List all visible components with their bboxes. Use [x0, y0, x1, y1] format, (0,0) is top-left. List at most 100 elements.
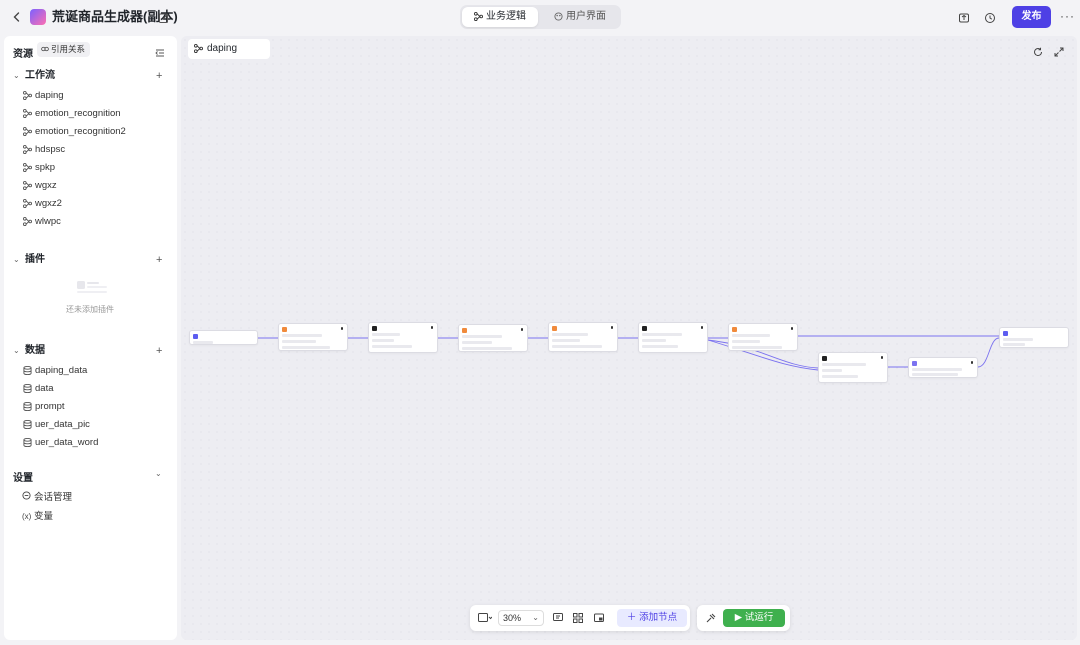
node-header [193, 334, 200, 340]
add-plugin-icon[interactable]: + [156, 254, 162, 266]
workflow-item[interactable]: wgxz [23, 178, 57, 194]
workflow-node-5[interactable] [638, 322, 708, 353]
data-section-title[interactable]: ⌄ 数据 [13, 345, 45, 357]
workflow-node-8[interactable] [908, 357, 978, 378]
chevron-down-icon: ⌄ [13, 255, 20, 264]
workflow-icon [23, 145, 32, 154]
data-item[interactable]: data [23, 381, 54, 397]
app-logo [30, 9, 46, 25]
workflow-item[interactable]: emotion_recognition2 [23, 124, 126, 140]
workflow-node-7[interactable] [818, 352, 888, 383]
minimap-icon[interactable] [474, 605, 496, 631]
reference-label: 引用关系 [51, 44, 86, 54]
node-icon [642, 326, 647, 331]
workflow-item[interactable]: spkp [23, 160, 55, 176]
palette-icon [554, 12, 563, 21]
variables-item[interactable]: (x) 变量 [22, 510, 53, 524]
resource-sidebar: 资源 引用关系 ⌄ 工作流 + daping emotion_recognition… [4, 36, 177, 640]
reference-button[interactable]: 引用关系 [37, 42, 91, 57]
workflow-item-label: spkp [35, 162, 56, 173]
variable-icon: (x) [22, 512, 32, 521]
data-item[interactable]: uer_data_pic [23, 417, 90, 433]
data-item-label: data [35, 383, 54, 394]
node-icon [462, 328, 467, 333]
workflow-node-1[interactable] [278, 323, 348, 351]
node-icon [282, 327, 287, 332]
comment-icon[interactable] [549, 605, 567, 631]
add-workflow-icon[interactable]: + [156, 70, 162, 82]
more-icon[interactable]: ··· [1060, 9, 1075, 23]
save-icon[interactable] [958, 11, 970, 23]
workflow-item-label: wlwpc [35, 216, 61, 227]
data-item-label: uer_data_word [35, 437, 99, 448]
end-node-icon [1003, 331, 1008, 336]
chevron-down-icon: ⌄ [13, 346, 20, 355]
workflow-item[interactable]: hdspsc [23, 142, 65, 158]
node-icon [552, 326, 557, 331]
settings-section-title[interactable]: 设置 [13, 469, 33, 484]
workflow-node-end[interactable] [999, 327, 1069, 348]
workflow-icon [23, 217, 32, 226]
debug-tool-icon[interactable] [701, 605, 721, 631]
workflow-icon [474, 12, 483, 21]
tab-business-logic[interactable]: 业务逻辑 [462, 7, 538, 27]
start-node-icon [193, 334, 198, 339]
workflow-item[interactable]: emotion_recognition [23, 106, 121, 122]
grid-layout-icon[interactable] [569, 605, 587, 631]
workflow-icon [23, 109, 32, 118]
collapse-sidebar-icon[interactable] [155, 45, 165, 57]
top-bar: 荒诞商品生成器(副本) 业务逻辑 用户界面 发布 ··· [0, 0, 1080, 36]
tab-label: 业务逻辑 [486, 11, 526, 22]
tab-user-interface[interactable]: 用户界面 [542, 7, 618, 27]
workflow-item-label: wgxz2 [35, 198, 62, 209]
plus-icon: ＋ [626, 612, 640, 623]
node-icon [822, 356, 827, 361]
workflow-item-label: daping [35, 90, 64, 101]
test-run-label: 试运行 [744, 612, 774, 623]
workflow-icon [23, 199, 32, 208]
data-item[interactable]: daping_data [23, 363, 87, 379]
database-icon [23, 420, 32, 429]
setting-label: 变量 [34, 511, 54, 522]
session-management-item[interactable]: 会话管理 [22, 491, 72, 505]
workflow-section-title[interactable]: ⌄ 工作流 [13, 70, 55, 82]
edit-icon[interactable] [158, 11, 170, 23]
mode-switch: 业务逻辑 用户界面 [460, 5, 621, 29]
chevron-down-icon[interactable]: ⌄ [155, 469, 162, 478]
run-toolbar: ▶ 试运行 [697, 605, 790, 631]
back-arrow-icon[interactable] [10, 10, 24, 24]
section-label: 插件 [25, 254, 45, 265]
add-node-label: 添加节点 [639, 612, 678, 623]
plugin-section-title[interactable]: ⌄ 插件 [13, 254, 45, 266]
workflow-canvas[interactable]: daping [181, 36, 1077, 640]
add-node-button[interactable]: ＋ 添加节点 [617, 609, 687, 627]
workflow-node-6[interactable] [728, 323, 798, 351]
workflow-item[interactable]: wgxz2 [23, 196, 62, 212]
workflow-item-label: emotion_recognition [35, 108, 121, 119]
workflow-item[interactable]: daping [23, 88, 64, 104]
workflow-node-4[interactable] [548, 322, 618, 352]
workflow-node-2[interactable] [368, 322, 438, 353]
zoom-select[interactable]: 30% ⌄ [498, 610, 544, 626]
thumbnail-icon[interactable] [590, 605, 608, 631]
plugin-empty-text: 还未添加插件 [66, 305, 114, 314]
workflow-icon [23, 127, 32, 136]
add-data-icon[interactable]: + [156, 345, 162, 357]
canvas-toolbar: 30% ⌄ ＋ 添加节点 [470, 605, 690, 631]
play-icon: ▶ [734, 612, 745, 623]
node-icon [372, 326, 377, 331]
database-icon [23, 384, 32, 393]
data-item-label: prompt [35, 401, 65, 412]
workflow-node-3[interactable] [458, 324, 528, 352]
data-item[interactable]: prompt [23, 399, 65, 415]
link-icon [41, 46, 49, 52]
workflow-icon [23, 181, 32, 190]
publish-button[interactable]: 发布 [1012, 6, 1051, 28]
test-run-button[interactable]: ▶ 试运行 [723, 609, 785, 627]
history-icon[interactable] [984, 11, 996, 23]
data-item[interactable]: uer_data_word [23, 435, 98, 451]
data-item-label: uer_data_pic [35, 419, 90, 430]
workflow-item[interactable]: wlwpc [23, 214, 61, 230]
workflow-node-start[interactable] [189, 330, 258, 345]
workflow-icon [23, 91, 32, 100]
